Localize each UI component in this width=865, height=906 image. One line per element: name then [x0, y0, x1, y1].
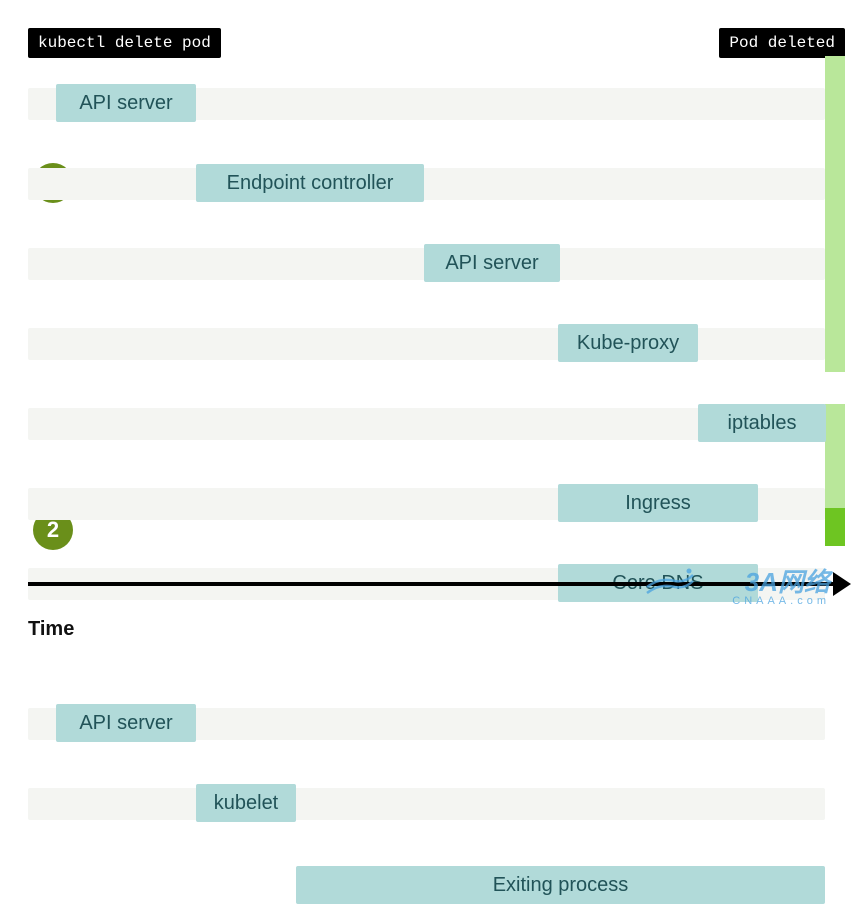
bar-iptables: iptables — [698, 404, 826, 442]
bar-api-server-2: API server — [424, 244, 560, 282]
bar-endpoint-controller: Endpoint controller — [196, 164, 424, 202]
time-axis — [28, 582, 845, 586]
lane-iptables: iptables — [28, 404, 845, 444]
lane-ingress: Ingress — [28, 484, 845, 524]
lane-kubelet: kubelet — [28, 784, 845, 824]
bar-kube-proxy: Kube-proxy — [558, 324, 698, 362]
bar-ingress: Ingress — [558, 484, 758, 522]
time-axis-arrow-icon — [833, 572, 851, 596]
lane-exiting-process: Exiting process — [28, 866, 845, 906]
lane-endpoint-controller: Endpoint controller — [28, 164, 845, 204]
start-tag: kubectl delete pod — [28, 28, 221, 58]
lane-api-server-1: API server — [28, 84, 845, 124]
end-tag: Pod deleted — [719, 28, 845, 58]
timeline-lanes: API server Endpoint controller API serve… — [28, 72, 845, 472]
bar-exiting-process: Exiting process — [296, 866, 825, 904]
bar-api-server-3: API server — [56, 704, 196, 742]
bar-api-server-1: API server — [56, 84, 196, 122]
bar-kubelet: kubelet — [196, 784, 296, 822]
time-axis-label: Time — [28, 618, 74, 641]
lane-kube-proxy: Kube-proxy — [28, 324, 845, 364]
lane-api-server-3: API server — [28, 704, 845, 744]
lane-api-server-2: API server — [28, 244, 845, 284]
